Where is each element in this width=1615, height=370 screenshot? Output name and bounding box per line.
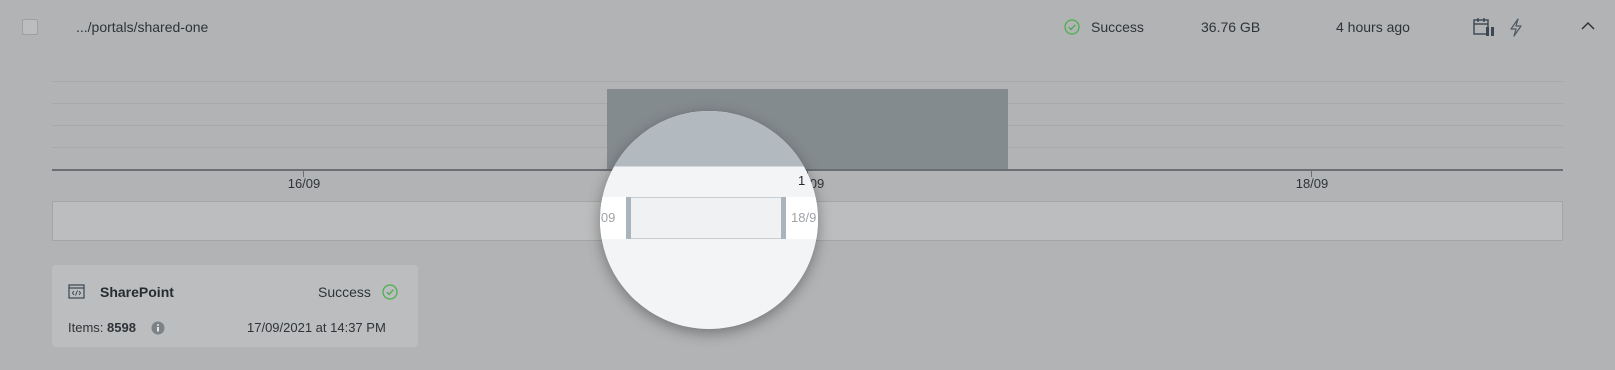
- x-tick-label: 18/09: [1295, 176, 1329, 191]
- chevron-up-icon[interactable]: [1581, 21, 1595, 31]
- backup-path[interactable]: .../portals/shared-one: [76, 19, 208, 35]
- card-status-label: Success: [318, 284, 371, 300]
- navigator-selection[interactable]: [626, 197, 786, 239]
- calendar-pause-icon[interactable]: [1473, 17, 1495, 37]
- gridline: [52, 81, 1563, 82]
- items-count: Items: 8598: [68, 320, 136, 335]
- backup-size: 36.76 GB: [1201, 19, 1261, 35]
- magnified-axis: [600, 166, 818, 167]
- last-backup-time: 4 hours ago: [1336, 19, 1410, 35]
- x-tick-label: 16/09: [287, 176, 321, 191]
- success-check-icon: [1064, 19, 1080, 35]
- navigator-label-right: 18/9: [791, 210, 817, 225]
- items-label: Items:: [68, 320, 104, 335]
- info-icon[interactable]: [151, 321, 165, 335]
- magnifier-lens: 1 1/09 18/9: [600, 111, 818, 329]
- card-title: SharePoint: [100, 284, 174, 300]
- items-value: 8598: [107, 320, 136, 335]
- navigator-right-handle[interactable]: [781, 197, 786, 239]
- sharepoint-card: SharePoint Success Items: 8598 17/09/202…: [52, 265, 418, 347]
- status-label: Success: [1091, 19, 1144, 35]
- row-checkbox[interactable]: [22, 19, 38, 35]
- card-date: 17/09/2021 at 14:37 PM: [247, 320, 386, 335]
- magnified-bar: [600, 111, 818, 166]
- backup-row[interactable]: .../portals/shared-one Success 36.76 GB …: [0, 0, 1615, 56]
- navigator-label-left: 1/09: [600, 210, 616, 225]
- code-window-icon: [68, 284, 85, 299]
- lightning-icon[interactable]: [1509, 18, 1523, 37]
- navigator-left-handle[interactable]: [626, 197, 631, 239]
- magnified-tick-label: 1: [798, 173, 806, 188]
- success-check-icon: [382, 284, 398, 300]
